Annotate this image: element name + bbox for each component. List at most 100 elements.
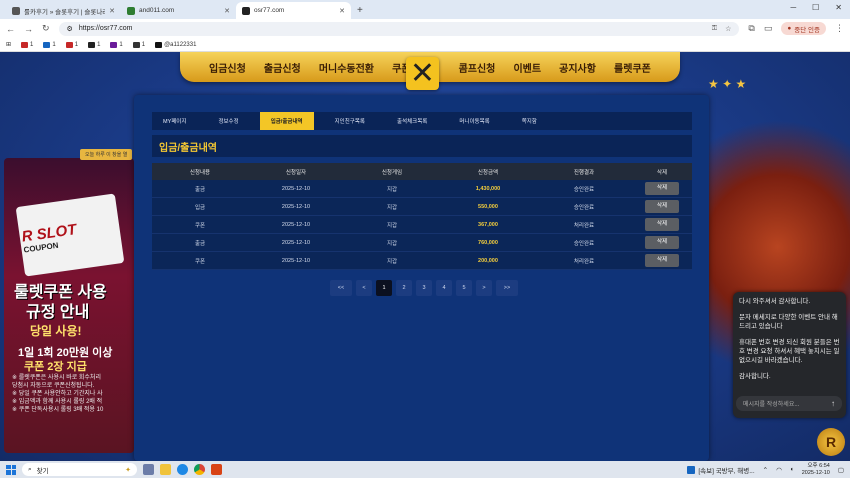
- cell-delete: 삭제: [632, 218, 692, 231]
- bookmark-item[interactable]: @a1122331: [155, 41, 196, 48]
- new-tab-button[interactable]: +: [357, 5, 363, 16]
- subtab-messages[interactable]: 쪽지함: [511, 112, 548, 130]
- file-explorer-icon[interactable]: [160, 464, 171, 475]
- volume-icon[interactable]: ◖: [790, 466, 794, 473]
- chrome-icon[interactable]: [194, 464, 205, 475]
- header-type: 신청내용: [189, 169, 211, 176]
- taskbar-search[interactable]: ⌕ 찾기 ✦: [22, 463, 137, 476]
- extensions-icon[interactable]: ⧉: [748, 23, 754, 34]
- bookmark-label: 1: [52, 41, 56, 48]
- send-icon[interactable]: ↑: [831, 399, 835, 408]
- copilot-icon: ✦: [125, 466, 131, 474]
- bookmark-label: 1: [74, 41, 79, 48]
- nav-event[interactable]: 이벤트: [513, 60, 541, 75]
- url-field[interactable]: ⚙ https://osr77.com ⚿ ☆: [58, 21, 740, 36]
- notification-icon[interactable]: ▢: [838, 466, 844, 474]
- cell-amount: 550,000: [478, 203, 498, 210]
- roulette-coupon-banner[interactable]: R SLOT COUPON 룰렛쿠폰 사용 규정 안내 당일 사용! 1일 1회…: [4, 158, 134, 453]
- bookmark-item[interactable]: 1: [110, 41, 123, 48]
- clock[interactable]: 오후 6:54 2025-12-10: [802, 463, 830, 477]
- apps-icon[interactable]: ⊞: [6, 41, 11, 48]
- bookmark-item[interactable]: 1: [43, 41, 56, 48]
- close-tab-icon[interactable]: ✕: [109, 7, 115, 15]
- browser-tab-3[interactable]: osr77.com ✕: [236, 2, 351, 19]
- reload-icon[interactable]: ↻: [42, 23, 50, 34]
- close-window-icon[interactable]: ✕: [835, 3, 842, 12]
- delete-button[interactable]: 삭제: [645, 236, 679, 249]
- chevron-up-icon[interactable]: ⌃: [763, 466, 768, 474]
- forward-icon[interactable]: →: [24, 24, 33, 34]
- page-button[interactable]: 4: [436, 280, 452, 296]
- profile-button[interactable]: ● 중단 인증: [781, 22, 826, 35]
- history-table: 신청내용 신청일자 신청게임 신청금액 진행결과 삭제 출금 2025-12-10…: [152, 163, 692, 270]
- website-viewport: 입금신청 출금신청 머니수동전환 쿠폰 콤프신청 이벤트 공지사항 룰렛쿠폰 ★…: [0, 52, 850, 461]
- subtab-mypage[interactable]: MY페이지: [152, 112, 197, 130]
- nav-notice[interactable]: 공지사항: [559, 60, 596, 75]
- chat-input[interactable]: 메시지를 작성하세요... ↑: [736, 396, 842, 411]
- news-widget[interactable]: [속보] 국방부, 해병...: [687, 465, 755, 475]
- edge-icon[interactable]: [177, 464, 188, 475]
- menu-icon[interactable]: ⋮: [835, 23, 844, 34]
- coupon-card: R SLOT COUPON: [15, 193, 125, 277]
- star-decoration-icon: ★ ✦ ★: [708, 77, 747, 91]
- close-tab-icon[interactable]: ✕: [224, 7, 230, 15]
- page-button[interactable]: >: [476, 280, 492, 296]
- header-status: 진행결과: [573, 169, 595, 176]
- nav-comp[interactable]: 콤프신청: [459, 60, 496, 75]
- page-button[interactable]: >>: [496, 280, 518, 296]
- cell-date: 2025-12-10: [281, 239, 311, 246]
- back-icon[interactable]: ←: [6, 24, 15, 34]
- subtab-attendance[interactable]: 출석체크목록: [386, 112, 438, 130]
- page-button[interactable]: <: [356, 280, 372, 296]
- subtab-friends[interactable]: 지인친구목록: [324, 112, 376, 130]
- sidepanel-icon[interactable]: ▭: [764, 23, 773, 34]
- windows-start-icon[interactable]: [6, 464, 16, 475]
- delete-button[interactable]: 삭제: [645, 200, 679, 213]
- cell-delete: 삭제: [632, 254, 692, 267]
- avatar-icon: ●: [787, 25, 792, 32]
- chat-launcher-button[interactable]: R: [817, 428, 845, 456]
- page-button[interactable]: 5: [456, 280, 472, 296]
- delete-button[interactable]: 삭제: [645, 182, 679, 195]
- page-button[interactable]: 3: [416, 280, 432, 296]
- browser-tab-2[interactable]: and011.com ✕: [121, 2, 236, 19]
- banner-line-5: 쿠폰 2장 지급: [24, 361, 87, 373]
- minimize-icon[interactable]: ─: [790, 3, 796, 12]
- browser-tab-1[interactable]: 룰카후기 » 슬롯후기 | 슬롯나라 ✕: [6, 2, 121, 19]
- site-info-icon[interactable]: ⚙: [67, 25, 73, 33]
- wifi-icon[interactable]: ◠: [776, 466, 782, 474]
- close-tab-icon[interactable]: ✕: [339, 7, 345, 15]
- nav-money-transfer[interactable]: 머니수동전환: [319, 60, 374, 75]
- nav-withdraw[interactable]: 출금신청: [264, 60, 301, 75]
- page-button[interactable]: <<: [330, 280, 352, 296]
- delete-button[interactable]: 삭제: [645, 218, 679, 231]
- subtab-deposit-history[interactable]: 입금/출금내역: [259, 112, 314, 130]
- clock-date: 2025-12-10: [801, 469, 830, 476]
- app-icon[interactable]: [211, 464, 222, 475]
- system-tray: [속보] 국방부, 해병... ⌃ ◠ ◖ 오후 6:54 2025-12-10…: [687, 463, 844, 477]
- cell-type: 출금: [194, 186, 206, 193]
- subtab-edit-info[interactable]: 정보수정: [207, 112, 249, 130]
- bookmark-item[interactable]: 1: [132, 41, 145, 48]
- nav-roulette-coupon[interactable]: 룰렛쿠폰: [614, 60, 651, 75]
- bookmark-star-icon[interactable]: ☆: [725, 25, 731, 33]
- close-popup-button[interactable]: ✕: [406, 57, 439, 90]
- page-button[interactable]: 2: [396, 280, 412, 296]
- subtab-money-move[interactable]: 머니이동목록: [448, 112, 500, 130]
- chat-message: 감사합니다.: [739, 373, 771, 380]
- key-icon[interactable]: ⚿: [712, 25, 717, 33]
- cell-status: 승인완료: [573, 204, 595, 211]
- bookmark-item[interactable]: 1: [88, 41, 100, 48]
- cell-date: 2025-12-10: [281, 185, 311, 192]
- cell-date: 2025-12-10: [281, 257, 311, 264]
- nav-deposit[interactable]: 입금신청: [209, 60, 246, 75]
- dont-show-today-label[interactable]: 오늘 하루 이 창을 열: [80, 149, 133, 160]
- task-view-icon[interactable]: [143, 464, 154, 475]
- maximize-icon[interactable]: ☐: [812, 3, 819, 12]
- pagination: << <1 2 3 4 5 > >>: [330, 280, 518, 296]
- page-button[interactable]: 1: [376, 280, 392, 296]
- bookmark-item[interactable]: 1: [21, 41, 33, 48]
- bookmark-item[interactable]: 1: [65, 41, 79, 48]
- favicon-icon: [242, 6, 250, 15]
- delete-button[interactable]: 삭제: [645, 254, 679, 267]
